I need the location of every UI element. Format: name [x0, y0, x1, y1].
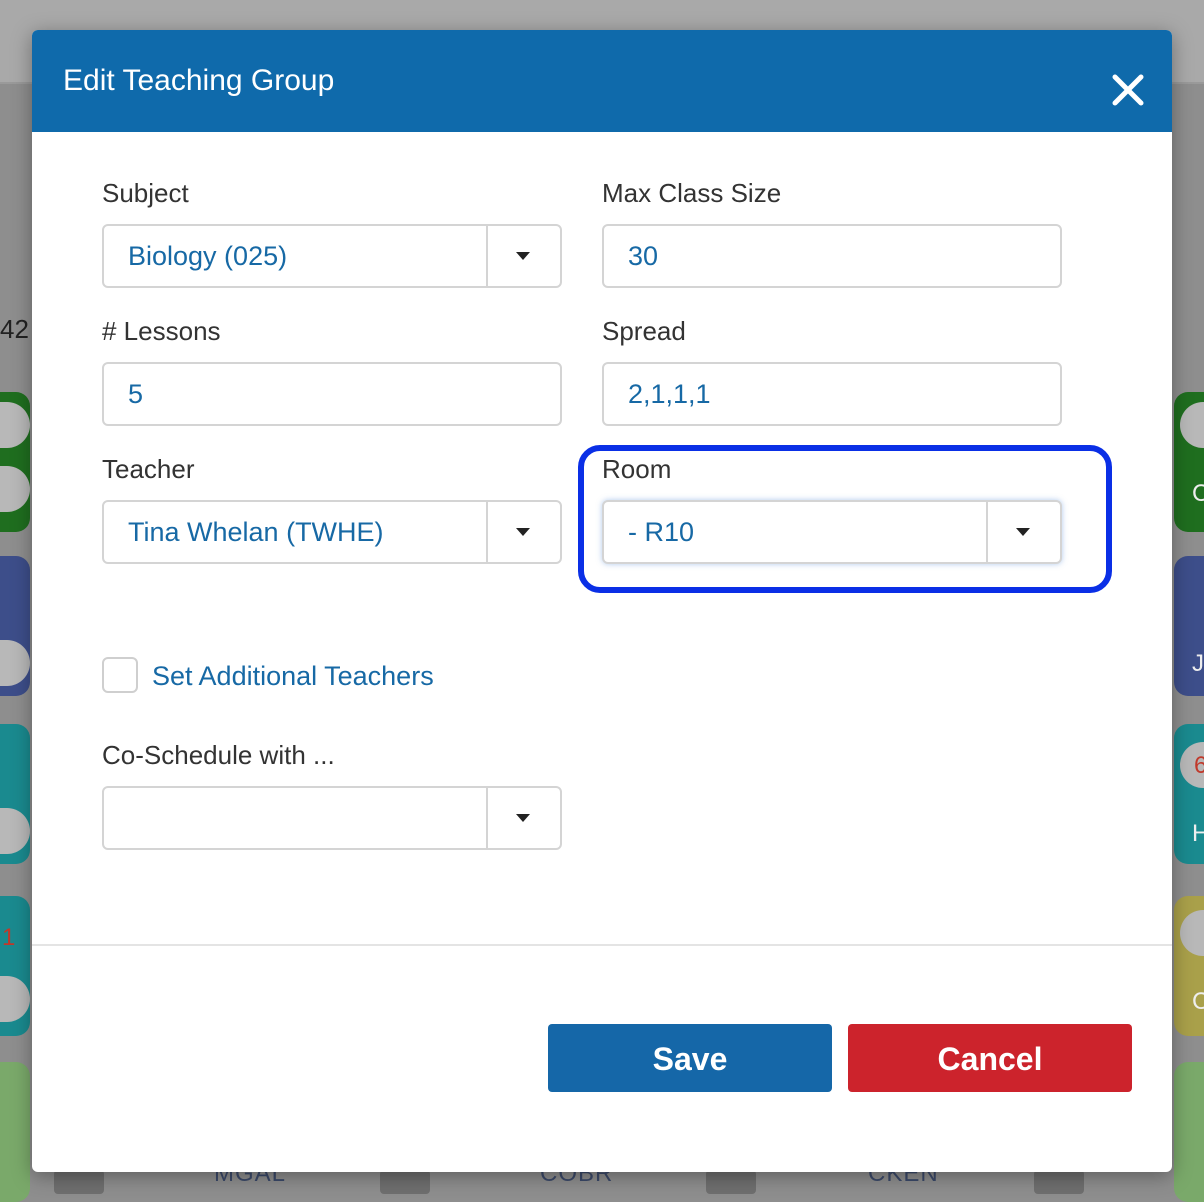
- background-edge-text: 1: [2, 924, 16, 951]
- background-edge-text: H: [1192, 820, 1204, 847]
- dropdown-divider: [486, 502, 488, 562]
- max-class-size-input[interactable]: [628, 241, 1034, 272]
- dropdown-divider: [986, 502, 988, 562]
- background-edge-text: 6: [1194, 752, 1204, 779]
- teacher-value: Tina Whelan (TWHE): [128, 517, 384, 547]
- additional-teachers-label[interactable]: Set Additional Teachers: [152, 661, 434, 692]
- background-edge-text: J: [1192, 650, 1204, 677]
- lessons-label: # Lessons: [102, 316, 221, 346]
- dialog-title: Edit Teaching Group: [63, 64, 335, 97]
- footer-divider: [32, 944, 1172, 946]
- max-class-size-field[interactable]: [602, 224, 1062, 288]
- dropdown-divider: [486, 788, 488, 848]
- room-select[interactable]: - R10: [602, 500, 1062, 564]
- lessons-field[interactable]: [102, 362, 562, 426]
- subject-label: Subject: [102, 178, 189, 208]
- cancel-button[interactable]: Cancel: [848, 1024, 1132, 1092]
- chevron-down-icon[interactable]: [1016, 528, 1030, 536]
- server-icon: [380, 1170, 430, 1194]
- chevron-down-icon[interactable]: [516, 814, 530, 822]
- subject-value: Biology (025): [128, 241, 288, 271]
- subject-select[interactable]: Biology (025): [102, 224, 562, 288]
- background-edge-text: C: [1192, 988, 1204, 1015]
- save-button[interactable]: Save: [548, 1024, 832, 1092]
- co-schedule-select[interactable]: [102, 786, 562, 850]
- dropdown-divider: [486, 226, 488, 286]
- room-value: - R10: [628, 517, 695, 547]
- edit-teaching-group-dialog: Edit Teaching Group Subject Biology (025…: [32, 30, 1172, 1172]
- teacher-label: Teacher: [102, 454, 195, 484]
- spread-label: Spread: [602, 316, 686, 346]
- chevron-down-icon[interactable]: [516, 528, 530, 536]
- max-class-size-label: Max Class Size: [602, 178, 782, 208]
- room-label: Room: [602, 454, 672, 484]
- chevron-down-icon[interactable]: [516, 252, 530, 260]
- server-icon: [54, 1170, 104, 1194]
- background-card: [0, 1062, 30, 1202]
- spread-field[interactable]: [602, 362, 1062, 426]
- background-edge-text: C: [1192, 480, 1204, 507]
- close-button[interactable]: [1110, 72, 1146, 108]
- close-icon: [1112, 74, 1144, 106]
- server-icon: [1034, 1170, 1084, 1194]
- teacher-select[interactable]: Tina Whelan (TWHE): [102, 500, 562, 564]
- lessons-input[interactable]: [128, 379, 534, 410]
- additional-teachers-checkbox[interactable]: [102, 657, 138, 693]
- co-schedule-label: Co-Schedule with ...: [102, 740, 335, 770]
- server-icon: [706, 1170, 756, 1194]
- background-number: 42: [0, 314, 29, 344]
- dialog-header: Edit Teaching Group: [32, 30, 1172, 132]
- background-card: [1174, 1062, 1204, 1202]
- spread-input[interactable]: [628, 379, 1034, 410]
